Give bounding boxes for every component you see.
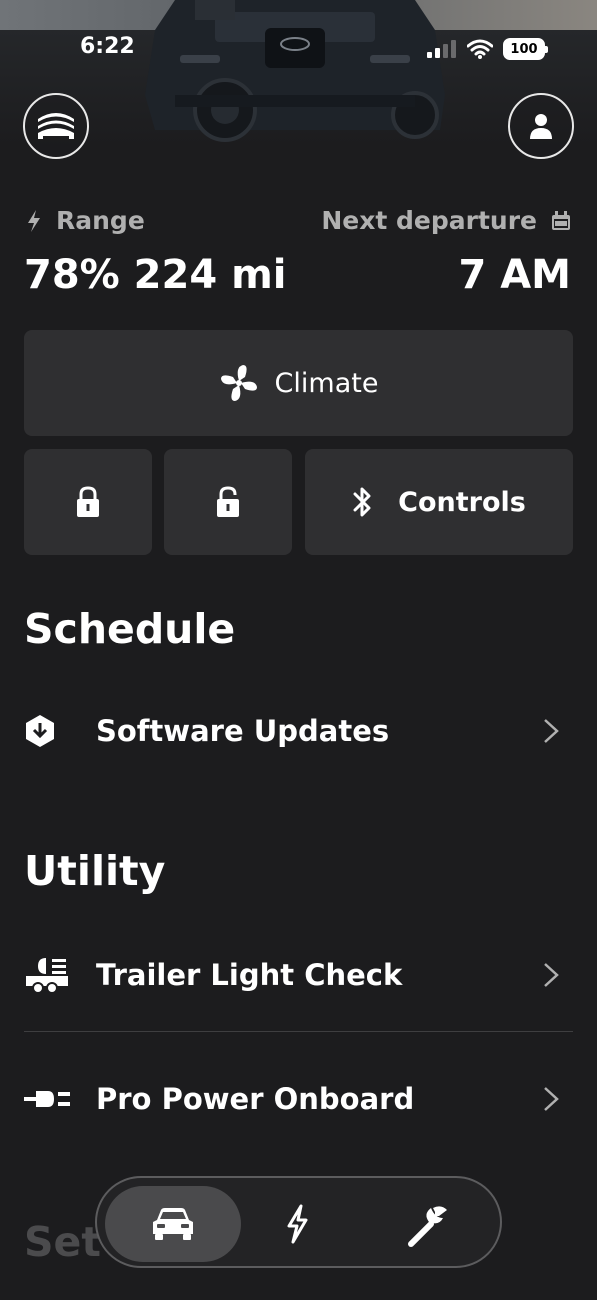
lock-button[interactable] (24, 449, 152, 555)
vehicle-switcher-icon (38, 113, 74, 139)
list-item-pro-power-onboard[interactable]: Pro Power Onboard (24, 1069, 573, 1129)
unlock-icon (217, 486, 239, 517)
next-departure-label: Next departure (321, 206, 571, 235)
range-label: Range (26, 206, 145, 235)
controls-button[interactable]: Controls (305, 449, 573, 555)
cellular-signal-icon (427, 40, 456, 58)
next-departure-value: 7 AM (458, 252, 571, 298)
chevron-right-icon (544, 963, 559, 987)
schedule-section-title: Schedule (24, 605, 236, 653)
chevron-right-icon (544, 719, 559, 743)
settings-section-title: Set (24, 1218, 101, 1266)
bluetooth-icon (353, 487, 371, 517)
utility-section-title: Utility (24, 847, 166, 895)
battery-indicator: 100 (503, 38, 548, 60)
divider (24, 1031, 573, 1032)
wifi-icon (467, 39, 493, 59)
range-label-text: Range (56, 206, 145, 235)
pro-power-onboard-label: Pro Power Onboard (96, 1082, 415, 1116)
unlock-button[interactable] (164, 449, 292, 555)
next-departure-label-text: Next departure (321, 206, 537, 235)
profile-button[interactable] (508, 93, 574, 159)
bolt-icon (28, 209, 40, 232)
list-item-trailer-light-check[interactable]: Trailer Light Check (24, 945, 573, 1005)
status-bar: 6:22 100 (0, 34, 597, 64)
tab-vehicle[interactable] (105, 1186, 241, 1262)
bottom-tab-bar (95, 1176, 502, 1268)
climate-label: Climate (274, 367, 379, 399)
tab-service[interactable] (377, 1186, 477, 1262)
charging-icon (287, 1204, 308, 1244)
trailer-light-check-label: Trailer Light Check (96, 958, 403, 992)
software-update-icon (26, 715, 54, 747)
vehicle-icon (153, 1208, 193, 1240)
software-updates-label: Software Updates (96, 714, 390, 748)
trailer-light-icon (26, 958, 68, 994)
lock-icon (77, 486, 99, 517)
vehicle-hero-image (0, 0, 597, 160)
power-plug-icon (24, 1091, 70, 1107)
chevron-right-icon (544, 1087, 559, 1111)
fan-icon (220, 365, 257, 401)
wrench-icon (408, 1206, 447, 1247)
list-item-software-updates[interactable]: Software Updates (24, 701, 573, 761)
tab-charging[interactable] (247, 1186, 347, 1262)
status-time: 6:22 (80, 34, 135, 59)
truck-image (145, 0, 445, 142)
calendar-icon (552, 210, 570, 230)
vehicle-switcher-button[interactable] (23, 93, 89, 159)
climate-button[interactable]: Climate (24, 330, 573, 436)
person-icon (530, 114, 552, 139)
controls-label: Controls (398, 486, 526, 518)
range-value: 78% 224 mi (24, 252, 287, 298)
